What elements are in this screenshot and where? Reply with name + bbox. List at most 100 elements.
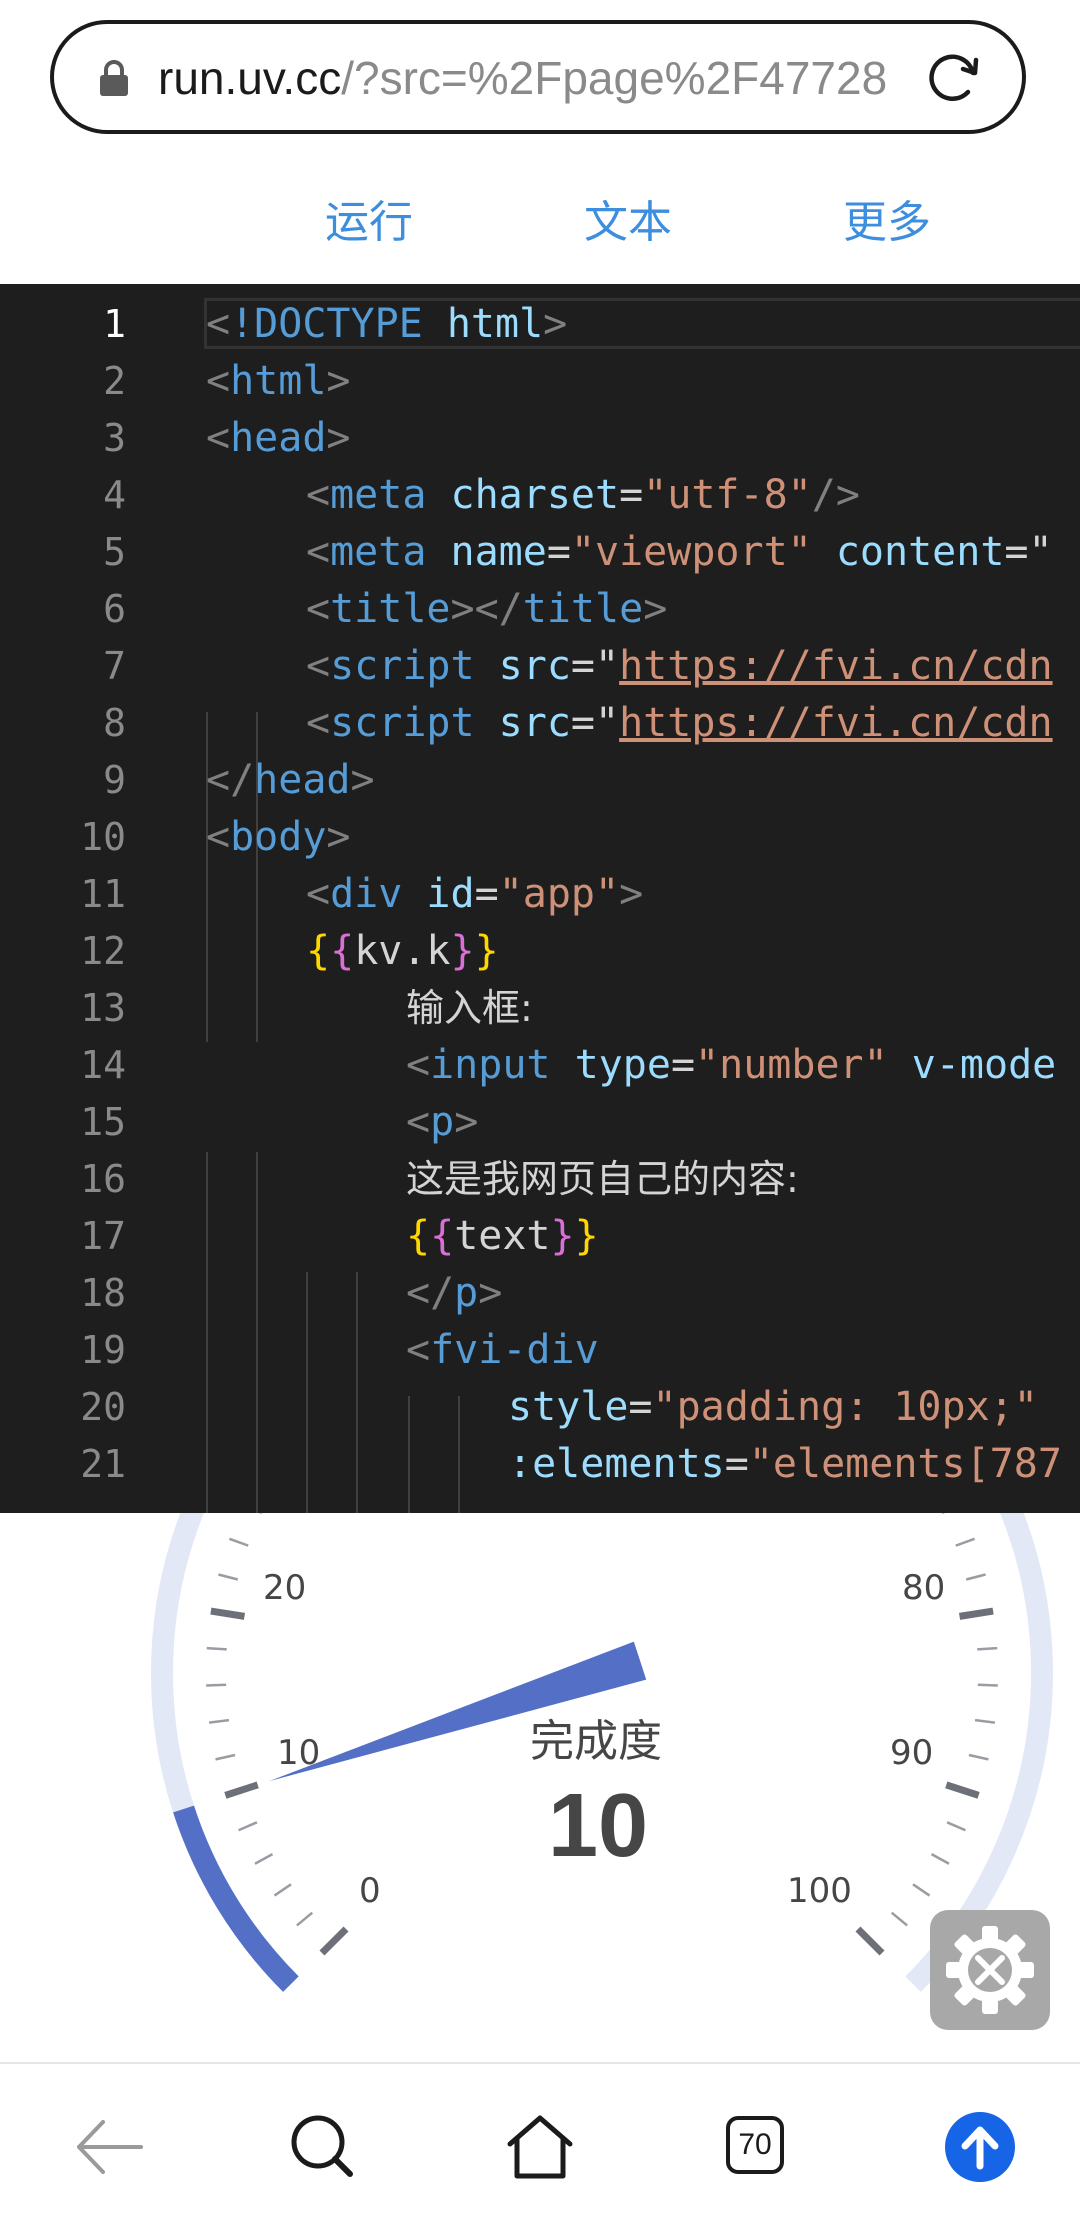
upload-icon[interactable] [935, 2102, 1025, 2192]
gauge-tick-label-20: 20 [263, 1568, 307, 1608]
line-number: 4 [103, 473, 126, 517]
gauge-title: 完成度 [530, 1716, 662, 1767]
code-line: 16 这是我网页自己的内容: [0, 1151, 1080, 1208]
cdn-link: https://fvi.cn/cdn [619, 700, 1053, 746]
reload-icon[interactable] [924, 49, 982, 107]
code-line: 5 <meta name="viewport" content=" [0, 524, 1080, 581]
code-text: <html> [206, 358, 351, 404]
code-text: {{kv.k}} [306, 928, 499, 974]
code-line: 13 输入框: [0, 980, 1080, 1037]
code-line: 20 style="padding: 10px;" [0, 1379, 1080, 1436]
code-text: <script src="https://fvi.cn/cdn [306, 643, 1053, 689]
gauge-minor-tick [238, 1821, 258, 1832]
gauge-minor-tick [296, 1911, 314, 1927]
line-number: 15 [80, 1100, 126, 1144]
line-number: 6 [103, 587, 126, 631]
line-number: 20 [80, 1385, 126, 1429]
gauge-minor-tick [968, 1753, 989, 1761]
gauge-minor-tick [228, 1537, 249, 1547]
gauge-tick-label-90: 90 [890, 1733, 934, 1773]
code-text: {{text}} [406, 1213, 599, 1259]
gauge-minor-tick [977, 1646, 998, 1651]
code-line: 7 <script src="https://fvi.cn/cdn [0, 638, 1080, 695]
url-domain: run.uv.cc [158, 52, 342, 104]
code-line: 8 <script src="https://fvi.cn/cdn [0, 695, 1080, 752]
cdn-link: https://fvi.cn/cdn [619, 643, 1053, 689]
code-text: <meta charset="utf-8"/> [306, 472, 860, 518]
code-line: 21 :elements="elements[787 [0, 1436, 1080, 1493]
code-line: 14 <input type="number" v-mode [0, 1037, 1080, 1094]
line-number: 3 [103, 416, 126, 460]
line-number: 7 [103, 644, 126, 688]
code-text: <fvi-div [406, 1327, 599, 1373]
code-text: </head> [206, 757, 375, 803]
code-text: 这是我网页自己的内容: [406, 1157, 799, 1201]
gauge-tick-label-0: 0 [359, 1871, 381, 1911]
tabs-count-icon[interactable]: 70 [726, 2116, 784, 2174]
settings-button[interactable] [930, 1910, 1050, 2030]
gauge-minor-tick [218, 1573, 239, 1581]
code-line: 4 <meta charset="utf-8"/> [0, 467, 1080, 524]
code-line: 12 {{kv.k}} [0, 923, 1080, 980]
code-line: 6 <title></title> [0, 581, 1080, 638]
gauge-minor-tick [955, 1537, 976, 1547]
gauge-progress [173, 1805, 299, 1992]
gauge-minor-tick [977, 1683, 998, 1687]
gear-icon [946, 1926, 1034, 2014]
address-bar[interactable]: run.uv.cc/?src=%2Fpage%2F47728 [50, 20, 1026, 134]
progress-gauge: 20 10 0 80 90 100 完成度 10 [0, 1513, 1080, 2063]
code-line: 2 <html> [0, 353, 1080, 410]
line-number: 1 [103, 302, 126, 346]
code-line: 19 <fvi-div [0, 1322, 1080, 1379]
gauge-tick-label-100: 100 [787, 1871, 852, 1911]
gauge-minor-tick [208, 1718, 230, 1724]
gauge-minor-tick [215, 1753, 236, 1761]
code-text: <script src="https://fvi.cn/cdn [306, 700, 1053, 746]
code-line: 17 {{text}} [0, 1208, 1080, 1265]
gauge-value: 10 [548, 1776, 649, 1876]
gauge-tick-label-80: 80 [902, 1568, 946, 1608]
tab-run[interactable]: 运行 [325, 186, 413, 250]
line-number: 16 [80, 1157, 126, 1201]
line-number: 5 [103, 530, 126, 574]
gauge-major-tick [224, 1781, 259, 1799]
line-number: 14 [80, 1043, 126, 1087]
code-line: 15 <p> [0, 1094, 1080, 1151]
code-line: 11 <div id="app"> [0, 866, 1080, 923]
editor-tabs: 运行 文本 更多 [0, 186, 1080, 256]
gauge-minor-tick [912, 1883, 931, 1897]
lock-icon [100, 60, 128, 96]
code-editor[interactable]: 1 <!DOCTYPE html> 2 <html> 3 <head> 4 <m… [0, 284, 1080, 1513]
code-text: <input type="number" v-mode [406, 1042, 1057, 1088]
home-icon[interactable] [495, 2102, 585, 2192]
url-text[interactable]: run.uv.cc/?src=%2Fpage%2F47728 [158, 50, 938, 106]
tab-text[interactable]: 文本 [584, 186, 672, 250]
code-text: <div id="app"> [306, 871, 644, 917]
line-number: 18 [80, 1271, 126, 1315]
gauge-minor-tick [946, 1821, 966, 1832]
code-text: <!DOCTYPE html> [206, 301, 568, 347]
code-text: <head> [206, 415, 351, 461]
line-number: 8 [103, 701, 126, 745]
gauge-minor-tick [206, 1683, 227, 1687]
line-number: 13 [80, 986, 126, 1030]
gauge-minor-tick [930, 1853, 950, 1865]
line-number: 12 [80, 929, 126, 973]
gauge-major-tick [958, 1607, 994, 1620]
code-text: :elements="elements[787 [508, 1441, 1062, 1487]
line-number: 11 [80, 872, 126, 916]
code-text: <p> [406, 1099, 479, 1145]
line-number: 17 [80, 1214, 126, 1258]
gauge-major-tick [319, 1926, 349, 1956]
code-text: <body> [206, 814, 351, 860]
tab-more[interactable]: 更多 [843, 186, 931, 250]
gauge-minor-tick [273, 1883, 292, 1897]
gauge-major-tick [210, 1607, 246, 1620]
back-arrow-icon[interactable] [63, 2102, 153, 2192]
code-text: <meta name="viewport" content=" [306, 529, 1053, 575]
url-path: /?src=%2Fpage%2F47728 [341, 52, 888, 104]
search-icon[interactable] [278, 2102, 368, 2192]
code-line: 9 </head> [0, 752, 1080, 809]
bottom-navigation: 70 [0, 2062, 1080, 2229]
gauge-minor-tick [965, 1573, 986, 1581]
